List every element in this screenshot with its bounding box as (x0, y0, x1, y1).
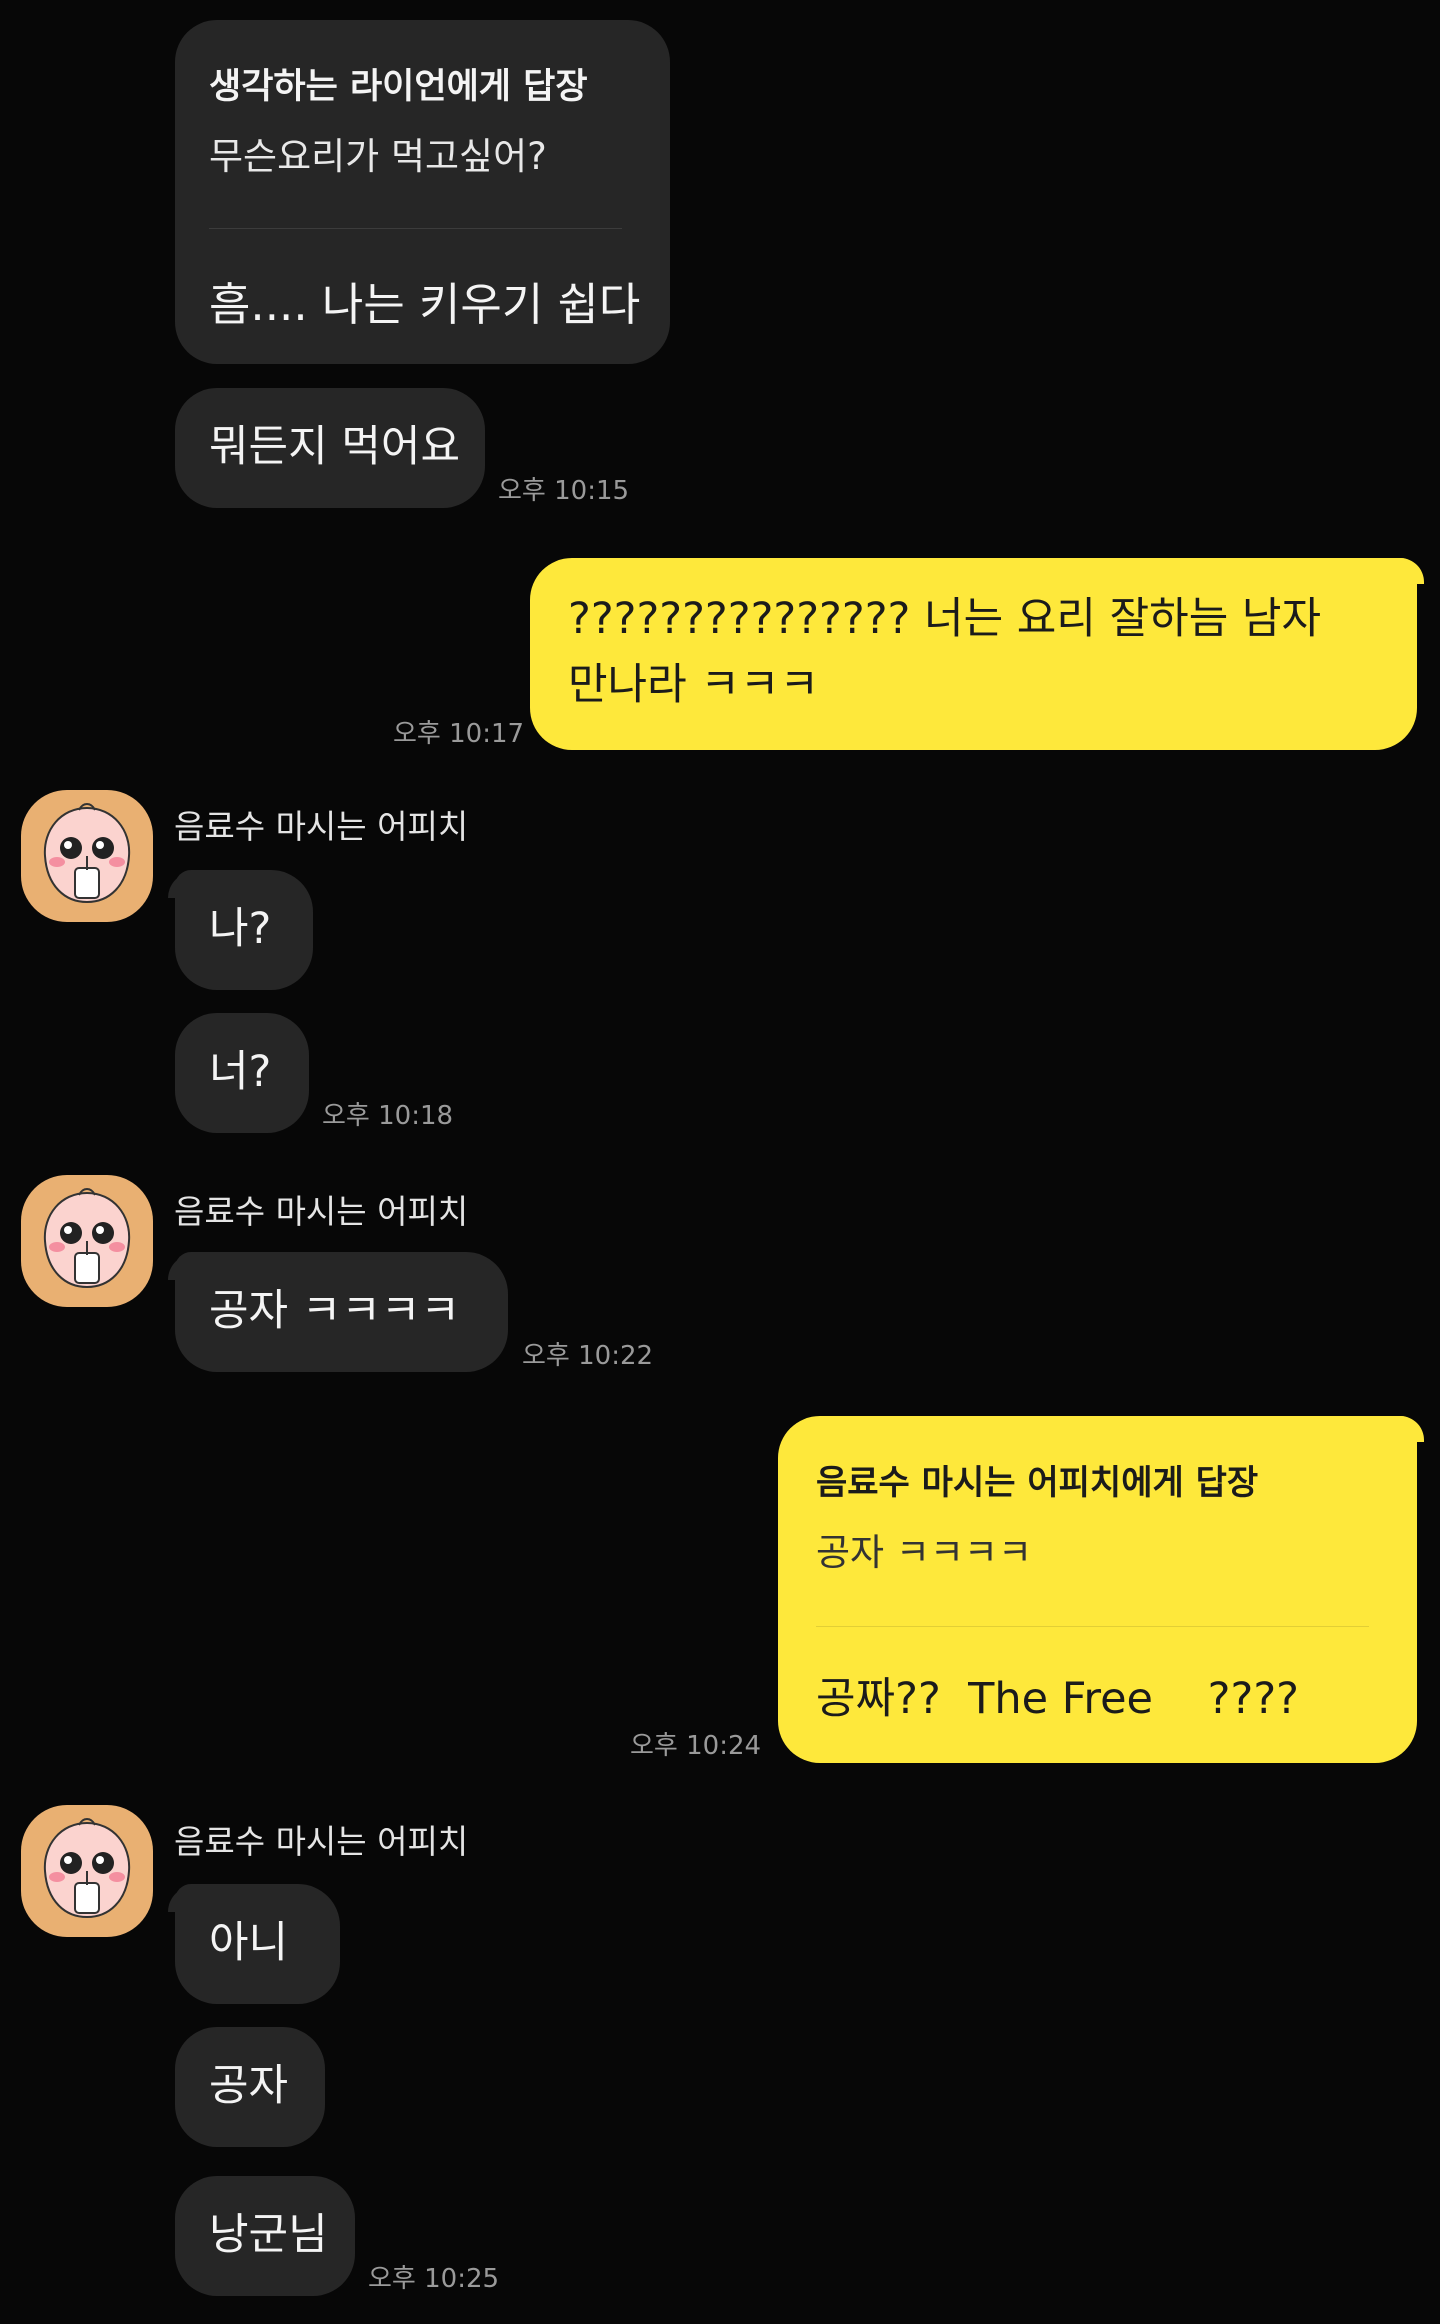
message-timestamp: 오후 10:25 (368, 2264, 500, 2294)
apeach-avatar-icon (43, 1818, 131, 1919)
sender-name: 음료수 마시는 어피치 (174, 1822, 469, 1861)
message-text: 흠.... 나는 키우기 쉽다 (209, 278, 641, 331)
message-text: 공짜?? The Free ???? (816, 1674, 1299, 1724)
sender-name: 음료수 마시는 어피치 (174, 807, 469, 846)
message-timestamp: 오후 10:24 (630, 1731, 762, 1761)
message-timestamp: 오후 10:18 (322, 1101, 454, 1131)
message-text: 뭐든지 먹어요 (209, 422, 461, 472)
apeach-avatar-icon (43, 1188, 131, 1289)
profile-avatar[interactable] (21, 1175, 153, 1307)
message-bubble-outgoing[interactable]: ??????????????? 너는 요리 잘하늠 남자 만나라 ㅋㅋㅋ (530, 558, 1417, 750)
profile-avatar[interactable] (21, 1805, 153, 1937)
reply-to-label: 생각하는 라이언에게 답장 (209, 67, 588, 107)
message-text: 너? (209, 1047, 272, 1097)
message-text: 공자 ㅋㅋㅋㅋ (209, 1286, 461, 1336)
message-bubble[interactable]: 공자 (175, 2027, 325, 2147)
message-text: 공자 (209, 2061, 289, 2111)
message-bubble[interactable]: 나? (175, 870, 313, 990)
apeach-avatar-icon (43, 803, 131, 904)
reply-to-label: 음료수 마시는 어피치에게 답장 (816, 1463, 1259, 1503)
message-text-line1: ??????????????? 너는 요리 잘하늠 남자 (568, 594, 1322, 644)
message-text: 나? (209, 904, 272, 954)
message-timestamp: 오후 10:22 (522, 1341, 654, 1371)
quoted-message: 공자 ㅋㅋㅋㅋ (816, 1531, 1033, 1574)
message-text: 낭군님 (209, 2210, 328, 2260)
message-bubble[interactable]: 공자 ㅋㅋㅋㅋ (175, 1252, 508, 1372)
message-text: 아니 (209, 1918, 289, 1968)
message-bubble-reply[interactable]: 생각하는 라이언에게 답장 무슨요리가 먹고싶어? 흠.... 나는 키우기 쉽… (175, 20, 670, 364)
message-bubble[interactable]: 아니 (175, 1884, 340, 2004)
quoted-message: 무슨요리가 먹고싶어? (209, 135, 547, 178)
reply-divider (816, 1626, 1369, 1627)
message-bubble[interactable]: 너? (175, 1013, 309, 1133)
reply-divider (209, 228, 622, 229)
message-bubble[interactable]: 뭐든지 먹어요 (175, 388, 485, 508)
bubble-tail (1400, 558, 1424, 584)
bubble-tail (1400, 1416, 1424, 1442)
message-bubble[interactable]: 낭군님 (175, 2176, 355, 2296)
message-timestamp: 오후 10:17 (393, 719, 525, 749)
sender-name: 음료수 마시는 어피치 (174, 1192, 469, 1231)
message-text-line2: 만나라 ㅋㅋㅋ (568, 660, 820, 710)
message-bubble-outgoing-reply[interactable]: 음료수 마시는 어피치에게 답장 공자 ㅋㅋㅋㅋ 공짜?? The Free ?… (778, 1416, 1417, 1763)
message-timestamp: 오후 10:15 (498, 476, 630, 506)
profile-avatar[interactable] (21, 790, 153, 922)
